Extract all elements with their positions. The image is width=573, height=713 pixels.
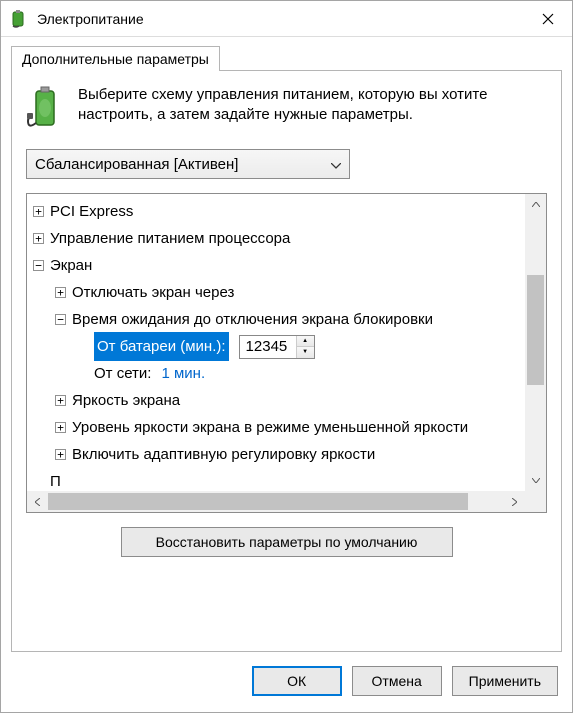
tree-label: П <box>50 468 61 491</box>
tree-item-cpu-power[interactable]: + Управление питанием процессора <box>33 225 525 252</box>
vertical-scrollbar[interactable] <box>525 194 546 491</box>
tree-item-partial[interactable]: + П <box>33 468 525 491</box>
close-button[interactable] <box>524 1 572 37</box>
spin-down-button[interactable]: ▼ <box>297 347 314 358</box>
dialog-footer: ОК Отмена Применить <box>1 652 572 712</box>
plugged-value[interactable]: 1 мин. <box>161 360 205 387</box>
scroll-right-button[interactable] <box>504 491 525 512</box>
plugged-label: От сети: <box>94 360 151 387</box>
chevron-down-icon <box>331 156 341 173</box>
power-options-dialog: Электропитание Дополнительные параметры … <box>0 0 573 713</box>
tree-item-adaptive-brightness[interactable]: + Включить адаптивную регулировку яркост… <box>33 441 525 468</box>
apply-button[interactable]: Применить <box>452 666 558 696</box>
tree-item-pci-express[interactable]: + PCI Express <box>33 198 525 225</box>
cancel-button[interactable]: Отмена <box>352 666 442 696</box>
window-title: Электропитание <box>37 11 524 27</box>
horizontal-scrollbar[interactable] <box>27 491 525 512</box>
settings-tree: + PCI Express + Управление питанием проц… <box>26 193 547 513</box>
scroll-left-button[interactable] <box>27 491 48 512</box>
tree-item-screen[interactable]: − Экран <box>33 252 525 279</box>
tree-label: PCI Express <box>50 198 133 225</box>
battery-label-selected: От батареи (мин.): <box>94 332 229 361</box>
tree-viewport: + PCI Express + Управление питанием проц… <box>27 194 525 491</box>
tree-item-plugged-minutes[interactable]: От сети: 1 мин. <box>33 360 525 387</box>
expander-minus-icon[interactable]: − <box>33 260 44 271</box>
scroll-up-button[interactable] <box>525 194 546 215</box>
tree-item-lock-timeout[interactable]: − Время ожидания до отключения экрана бл… <box>33 306 525 333</box>
ok-button[interactable]: ОК <box>252 666 342 696</box>
chevron-down-icon <box>532 478 540 483</box>
scroll-thumb[interactable] <box>527 275 544 385</box>
tree-label: Время ожидания до отключения экрана блок… <box>72 306 433 333</box>
tree-label: Включить адаптивную регулировку яркости <box>72 441 375 468</box>
restore-defaults-button[interactable]: Восстановить параметры по умолчанию <box>121 527 453 557</box>
tree-label: Управление питанием процессора <box>50 225 290 252</box>
intro-row: Выберите схему управления питанием, кото… <box>26 85 547 133</box>
expander-plus-icon[interactable]: + <box>33 206 44 217</box>
tree-label: Яркость экрана <box>72 387 180 414</box>
close-icon <box>542 13 554 25</box>
expander-plus-icon[interactable]: + <box>55 422 66 433</box>
expander-plus-icon[interactable]: + <box>55 287 66 298</box>
scroll-track-h[interactable] <box>48 491 504 512</box>
tabstrip: Дополнительные параметры <box>1 37 572 70</box>
chevron-right-icon <box>512 498 517 506</box>
scroll-down-button[interactable] <box>525 470 546 491</box>
tree-item-brightness[interactable]: + Яркость экрана <box>33 387 525 414</box>
intro-text: Выберите схему управления питанием, кото… <box>78 85 547 133</box>
battery-plug-icon <box>9 9 29 29</box>
battery-minutes-spinner[interactable]: ▲ ▼ <box>239 335 315 359</box>
scroll-corner <box>525 491 546 512</box>
tree-label: Уровень яркости экрана в режиме уменьшен… <box>72 414 468 441</box>
chevron-up-icon <box>532 202 540 207</box>
tree-label: Отключать экран через <box>72 279 234 306</box>
scheme-selected-label: Сбалансированная [Активен] <box>35 156 238 173</box>
scheme-select-row: Сбалансированная [Активен] <box>26 149 547 179</box>
power-scheme-dropdown[interactable]: Сбалансированная [Активен] <box>26 149 350 179</box>
battery-minutes-input[interactable] <box>240 336 296 358</box>
scroll-track[interactable] <box>525 215 546 470</box>
tab-panel: Выберите схему управления питанием, кото… <box>11 70 562 652</box>
expander-plus-icon[interactable]: + <box>55 449 66 460</box>
battery-large-icon <box>26 85 66 133</box>
tree-item-battery-minutes[interactable]: От батареи (мин.): ▲ ▼ <box>33 333 525 360</box>
titlebar: Электропитание <box>1 1 572 37</box>
expander-plus-icon[interactable]: + <box>55 395 66 406</box>
chevron-left-icon <box>35 498 40 506</box>
scroll-thumb-h[interactable] <box>48 493 468 510</box>
spin-up-button[interactable]: ▲ <box>297 336 314 348</box>
tree-label: Экран <box>50 252 92 279</box>
expander-minus-icon[interactable]: − <box>55 314 66 325</box>
expander-plus-icon[interactable]: + <box>33 233 44 244</box>
tree-item-dim-brightness[interactable]: + Уровень яркости экрана в режиме уменьш… <box>33 414 525 441</box>
tree-item-screen-off[interactable]: + Отключать экран через <box>33 279 525 306</box>
tab-advanced[interactable]: Дополнительные параметры <box>11 46 220 71</box>
